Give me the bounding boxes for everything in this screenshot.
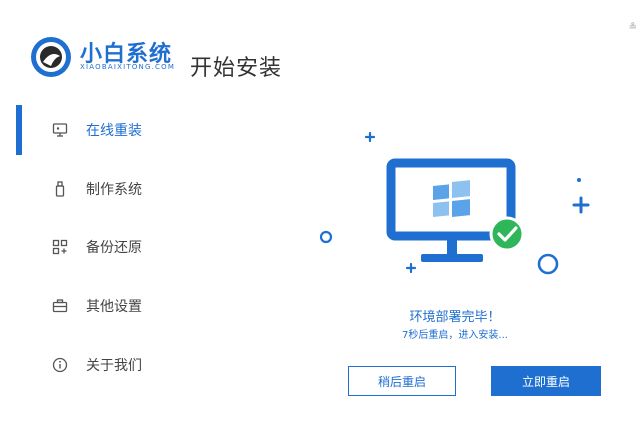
info-icon — [50, 355, 70, 375]
monitor-icon — [386, 158, 516, 262]
settings-corner-icon[interactable]: ≗ — [629, 22, 637, 33]
grid-icon — [50, 237, 70, 257]
plus-decoration-icon — [364, 131, 376, 143]
install-ready-illustration — [319, 131, 590, 275]
restart-later-button[interactable]: 稍后重启 — [348, 366, 456, 396]
sidebar-item-label: 其他设置 — [86, 299, 142, 315]
brand-subtitle: XIAOBAIXITONG.COM — [80, 63, 176, 71]
sidebar-item-backup-restore[interactable]: 备份还原 — [50, 235, 142, 259]
active-indicator — [16, 105, 22, 155]
check-badge-icon — [489, 216, 525, 252]
dot-decoration-icon — [577, 178, 581, 182]
sidebar-item-label: 备份还原 — [86, 240, 142, 256]
logo-icon — [31, 37, 71, 77]
sidebar-item-about-us[interactable]: 关于我们 — [50, 353, 142, 377]
plus-decoration-icon — [572, 196, 590, 214]
usb-drive-icon — [50, 179, 70, 199]
restart-now-button[interactable]: 立即重启 — [491, 366, 601, 396]
sidebar-item-label: 在线重装 — [86, 123, 142, 139]
sidebar-item-make-system[interactable]: 制作系统 — [50, 177, 142, 201]
sidebar-item-label: 关于我们 — [86, 358, 142, 374]
restart-countdown: 7秒后重启，进入安装... — [402, 330, 508, 341]
sidebar-item-other-settings[interactable]: 其他设置 — [50, 294, 142, 318]
circle-decoration-icon — [537, 253, 559, 275]
sidebar-item-online-reinstall[interactable]: 在线重装 — [50, 118, 142, 142]
briefcase-icon — [50, 296, 70, 316]
monitor-icon — [50, 120, 70, 140]
status-title: 环境部署完毕！ — [409, 310, 501, 325]
page-title: 开始安装 — [190, 56, 283, 81]
windows-logo-icon — [433, 180, 470, 218]
plus-decoration-icon — [405, 262, 417, 274]
circle-decoration-icon — [319, 230, 333, 244]
sidebar-item-label: 制作系统 — [86, 182, 142, 198]
